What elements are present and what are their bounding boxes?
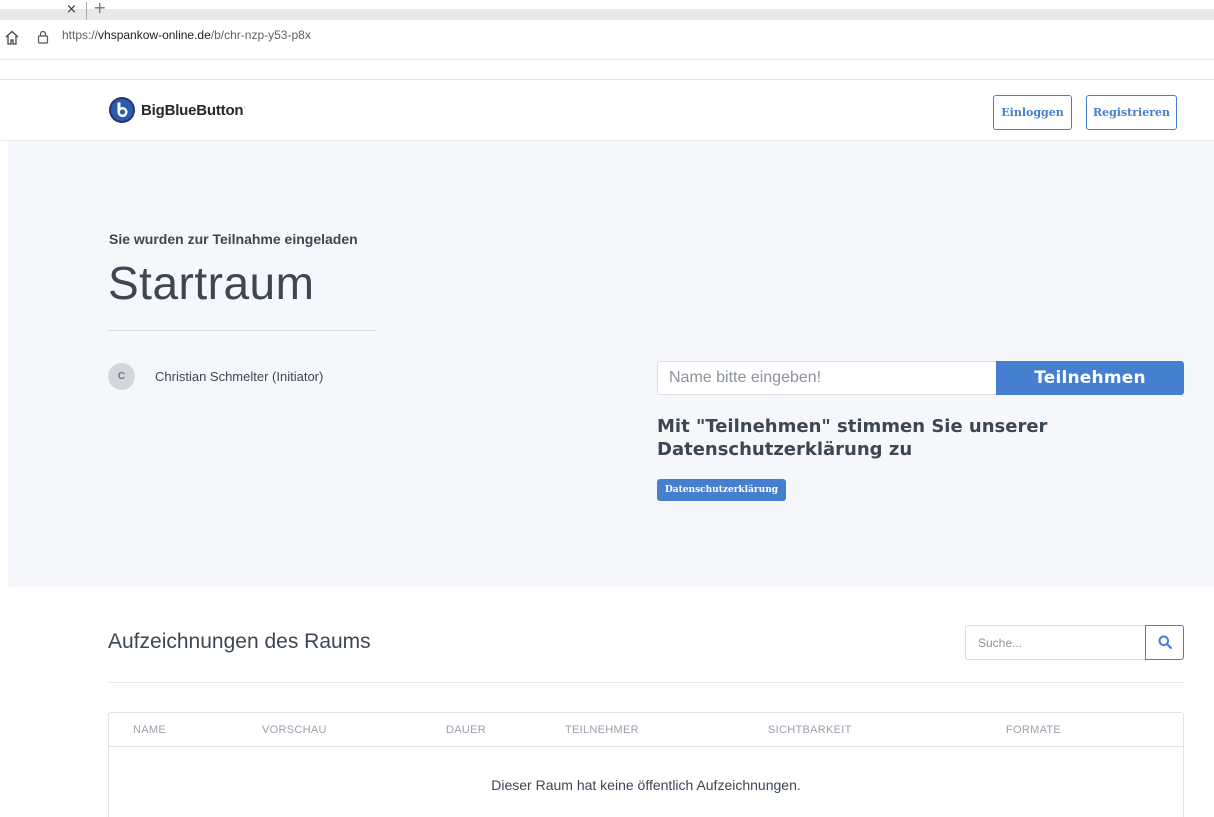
url-path: /b/chr-nzp-y53-p8x	[210, 28, 311, 42]
join-button[interactable]: Teilnehmen	[996, 361, 1184, 395]
column-formats: FORMATE	[1006, 724, 1062, 736]
column-participants: TEILNEHMER	[565, 724, 639, 736]
site-header: BigBlueButton· Einloggen Registrieren	[0, 81, 1214, 141]
browser-address-bar: https://vhspankow-online.de/b/chr-nzp-y5…	[0, 20, 1214, 60]
search-button[interactable]	[1145, 625, 1184, 660]
table-header: NAME VORSCHAU DAUER TEILNEHMER SICHTBARK…	[109, 713, 1183, 747]
name-input[interactable]	[657, 361, 997, 395]
invitation-text: Sie wurden zur Teilnahme eingeladen	[109, 231, 358, 247]
empty-recordings-message: Dieser Raum hat keine öffentlich Aufzeic…	[491, 777, 801, 793]
browser-tabstrip: × +	[0, 0, 1214, 20]
recordings-divider	[108, 682, 1184, 683]
bookmark-bar	[0, 60, 1214, 80]
url-host: vhspankow-online.de	[98, 28, 211, 42]
lock-icon	[37, 30, 49, 44]
column-duration: DAUER	[446, 724, 487, 736]
room-title: Startraum	[108, 257, 315, 309]
brand-name[interactable]: BigBlueButton·	[141, 102, 246, 119]
brand-text: BigBlueButton	[141, 102, 244, 119]
column-preview: VORSCHAU	[262, 724, 327, 736]
register-button[interactable]: Registrieren	[1086, 95, 1177, 130]
tab-separator	[86, 2, 87, 20]
recordings-title: Aufzeichnungen des Raums	[108, 630, 371, 653]
recordings-table: NAME VORSCHAU DAUER TEILNEHMER SICHTBARK…	[108, 712, 1184, 817]
login-button[interactable]: Einloggen	[993, 95, 1072, 130]
consent-text: Mit "Teilnehmen" stimmen Sie unserer Dat…	[657, 416, 1048, 460]
search-input[interactable]	[965, 625, 1146, 660]
home-icon[interactable]	[5, 30, 19, 46]
tab-close-icon[interactable]: ×	[66, 0, 77, 20]
tab-area	[0, 9, 1214, 20]
column-name: NAME	[133, 724, 166, 736]
url-text[interactable]: https://vhspankow-online.de/b/chr-nzp-y5…	[62, 28, 311, 42]
privacy-policy-button[interactable]: Datenschutzerklärung	[657, 479, 787, 501]
bigbluebutton-logo-icon[interactable]	[108, 96, 136, 124]
brand-mark: ·	[243, 104, 246, 111]
search-icon	[1158, 635, 1172, 649]
owner-avatar: C	[108, 363, 135, 390]
column-visibility: SICHTBARKEIT	[768, 724, 852, 736]
owner-name: Christian Schmelter (Initiator)	[155, 369, 324, 384]
url-scheme: https://	[62, 28, 99, 42]
title-divider	[108, 330, 377, 331]
new-tab-icon[interactable]: +	[93, 0, 106, 18]
